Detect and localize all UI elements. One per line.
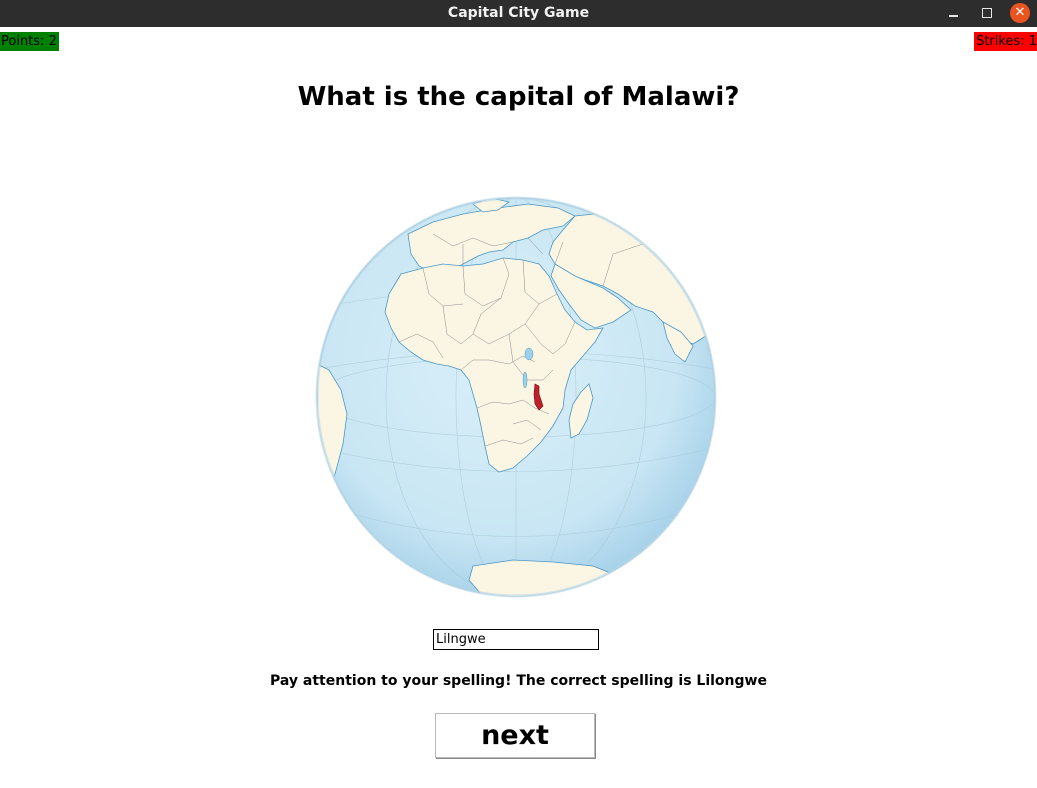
minimize-icon [948, 15, 958, 17]
close-icon: ✕ [1014, 5, 1026, 20]
globe-map [313, 194, 719, 600]
question-title: What is the capital of Malawi? [297, 82, 740, 112]
maximize-icon [982, 8, 992, 18]
close-button[interactable]: ✕ [1010, 3, 1030, 23]
window-title: Capital City Game [447, 5, 590, 21]
points-counter: Points: 2 [0, 32, 59, 51]
next-button[interactable]: next [435, 713, 595, 758]
strikes-counter: Strikes: 1 [974, 32, 1037, 51]
answer-input[interactable] [433, 629, 599, 650]
globe-map-svg [315, 196, 717, 598]
feedback-message: Pay attention to your spelling! The corr… [270, 673, 767, 689]
window-titlebar: Capital City Game ✕ [0, 0, 1037, 27]
minimize-button[interactable] [942, 3, 964, 23]
maximize-button[interactable] [976, 3, 998, 23]
